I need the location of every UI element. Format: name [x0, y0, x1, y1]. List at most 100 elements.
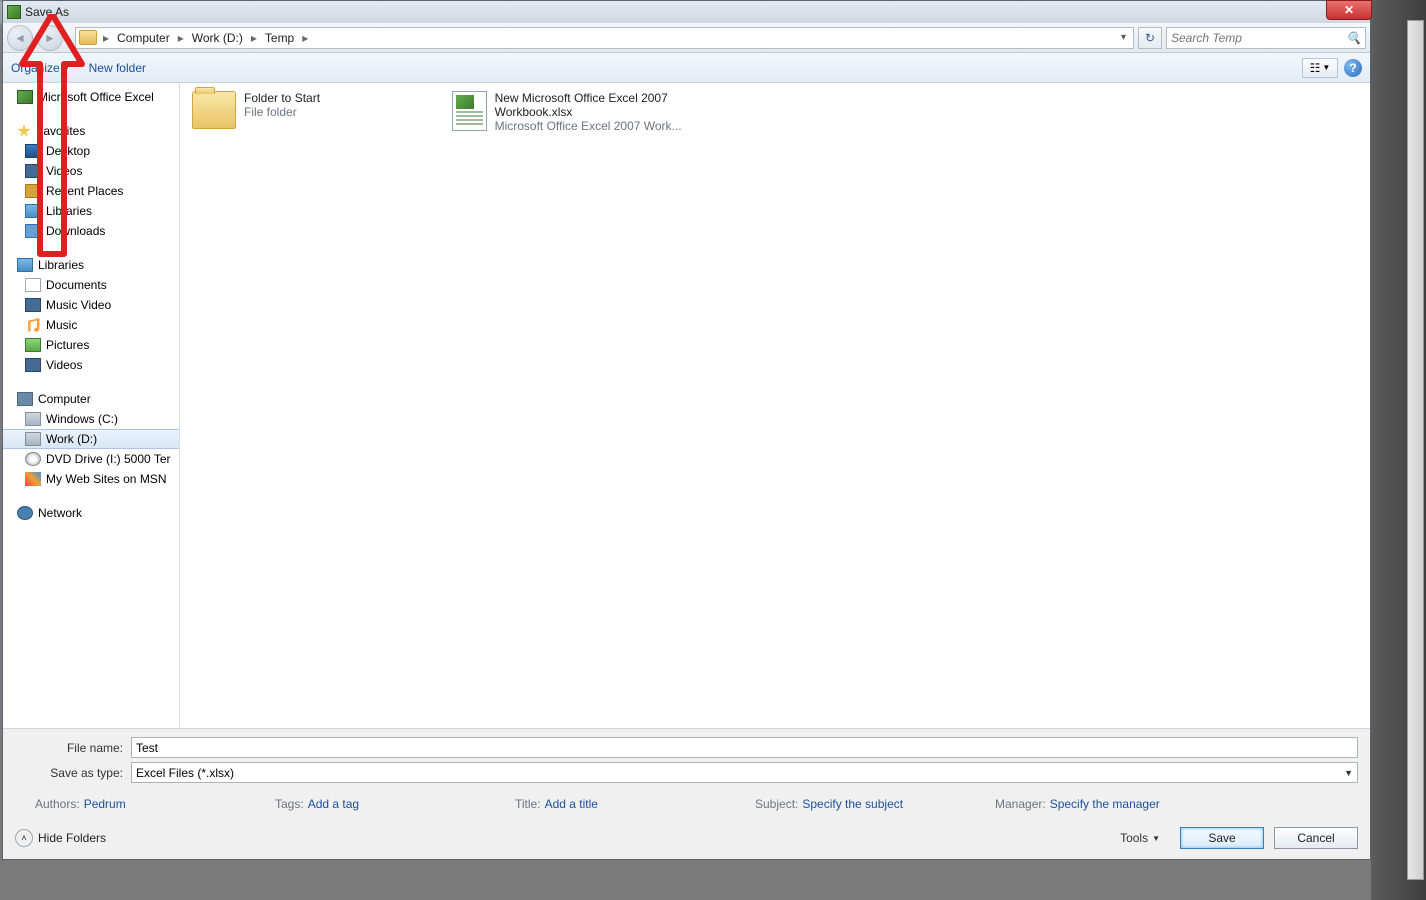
titlebar[interactable]: Save As ✕: [3, 1, 1370, 23]
folder-icon: [192, 91, 236, 129]
subject-value[interactable]: Specify the subject: [802, 797, 903, 811]
sidebar-item-documents[interactable]: Documents: [3, 275, 179, 295]
sidebar-label: Recent Places: [46, 184, 123, 198]
save-type-label: Save as type:: [15, 766, 123, 780]
music-icon: [25, 318, 41, 332]
breadcrumb[interactable]: ▸ Computer ▸ Work (D:) ▸ Temp ▸ ▾: [75, 27, 1134, 49]
file-item-folder[interactable]: Folder to Start File folder: [192, 91, 432, 129]
sidebar-item-music[interactable]: Music: [3, 315, 179, 335]
help-button[interactable]: ?: [1344, 59, 1362, 77]
sidebar-label: Libraries: [46, 204, 92, 218]
sidebar-label: DVD Drive (I:) 5000 Ter: [46, 452, 170, 466]
item-name: Folder to Start: [244, 91, 320, 105]
drive-icon: [25, 432, 41, 446]
dvd-icon: [25, 452, 41, 466]
save-type-value: Excel Files (*.xlsx): [136, 766, 234, 780]
recent-icon: [25, 184, 41, 198]
sidebar-label: Music Video: [46, 298, 111, 312]
navigation-bar: ◄ ► ▸ Computer ▸ Work (D:) ▸ Temp ▸ ▾ ↻ …: [3, 23, 1370, 53]
subject-label: Subject:: [755, 797, 798, 811]
tools-menu[interactable]: Tools ▼: [1120, 831, 1160, 845]
file-list-pane[interactable]: Folder to Start File folder New Microsof…: [180, 83, 1370, 728]
sidebar-item-network[interactable]: Network: [3, 503, 179, 523]
document-icon: [25, 278, 41, 292]
save-type-combo[interactable]: Excel Files (*.xlsx) ▼: [131, 762, 1358, 783]
new-folder-button[interactable]: New folder: [89, 61, 146, 75]
background-window-edge: [1371, 0, 1426, 900]
cancel-button[interactable]: Cancel: [1274, 827, 1358, 849]
sidebar-item-desktop[interactable]: Desktop: [3, 141, 179, 161]
sidebar-item-work-d[interactable]: Work (D:): [3, 429, 179, 449]
chevron-right-icon[interactable]: ▸: [101, 31, 111, 45]
organize-label: Organize: [11, 61, 60, 75]
back-button[interactable]: ◄: [7, 25, 33, 51]
search-input[interactable]: [1171, 31, 1346, 45]
drive-icon: [25, 412, 41, 426]
sidebar-item-dvd[interactable]: DVD Drive (I:) 5000 Ter: [3, 449, 179, 469]
downloads-icon: [25, 224, 41, 238]
title-value[interactable]: Add a title: [545, 797, 598, 811]
sidebar-label: Network: [38, 506, 82, 520]
file-item-xlsx[interactable]: New Microsoft Office Excel 2007 Workbook…: [452, 91, 692, 133]
organize-menu[interactable]: Organize ▼: [11, 61, 71, 75]
view-icon: ☷: [1310, 61, 1321, 75]
sidebar-item-libraries-fav[interactable]: Libraries: [3, 201, 179, 221]
sidebar-item-downloads[interactable]: Downloads: [3, 221, 179, 241]
item-type: Microsoft Office Excel 2007 Work...: [495, 119, 692, 133]
save-button[interactable]: Save: [1180, 827, 1264, 849]
tools-label: Tools: [1120, 831, 1148, 845]
sidebar-item-windows-c[interactable]: Windows (C:): [3, 409, 179, 429]
breadcrumb-item-computer[interactable]: Computer: [111, 28, 176, 48]
excel-icon: [7, 5, 21, 19]
navigation-sidebar: Microsoft Office Excel Favorites Desktop…: [3, 83, 180, 728]
search-box[interactable]: 🔍: [1166, 27, 1366, 49]
chevron-down-icon: ▼: [63, 63, 71, 72]
tags-value[interactable]: Add a tag: [308, 797, 359, 811]
sidebar-item-recent[interactable]: Recent Places: [3, 181, 179, 201]
chevron-right-icon[interactable]: ▸: [176, 31, 186, 45]
view-options-button[interactable]: ☷ ▼: [1302, 58, 1338, 78]
filename-input[interactable]: [131, 737, 1358, 758]
sidebar-item-excel[interactable]: Microsoft Office Excel: [3, 87, 179, 107]
forward-button[interactable]: ►: [37, 25, 63, 51]
sidebar-label: Downloads: [46, 224, 105, 238]
sidebar-label: Computer: [38, 392, 91, 406]
sidebar-label: Work (D:): [46, 432, 97, 446]
sidebar-item-videos[interactable]: Videos: [3, 161, 179, 181]
window-title: Save As: [25, 5, 69, 19]
item-name: New Microsoft Office Excel 2007 Workbook…: [495, 91, 692, 119]
sidebar-label: Documents: [46, 278, 107, 292]
sidebar-item-videos-lib[interactable]: Videos: [3, 355, 179, 375]
save-as-dialog: Save As ✕ ◄ ► ▸ Computer ▸ Work (D:) ▸ T…: [2, 0, 1371, 860]
filename-label: File name:: [15, 741, 123, 755]
chevron-right-icon[interactable]: ▸: [249, 31, 259, 45]
sidebar-label: Favorites: [36, 124, 85, 138]
authors-value[interactable]: Pedrum: [84, 797, 126, 811]
sidebar-header-favorites[interactable]: Favorites: [3, 121, 179, 141]
authors-label: Authors:: [35, 797, 80, 811]
sidebar-label: Pictures: [46, 338, 89, 352]
close-button[interactable]: ✕: [1326, 0, 1372, 20]
toolbar: Organize ▼ New folder ☷ ▼ ?: [3, 53, 1370, 83]
hide-folders-button[interactable]: ˄ Hide Folders: [15, 829, 106, 847]
sidebar-header-libraries[interactable]: Libraries: [3, 255, 179, 275]
title-label: Title:: [515, 797, 541, 811]
sidebar-item-music-video[interactable]: Music Video: [3, 295, 179, 315]
chevron-down-icon: ▼: [1152, 834, 1160, 843]
sidebar-label: Microsoft Office Excel: [38, 90, 154, 104]
chevron-down-icon[interactable]: ▾: [1121, 32, 1126, 43]
desktop-icon: [25, 144, 41, 158]
search-icon[interactable]: 🔍: [1346, 31, 1361, 45]
sidebar-item-msn[interactable]: My Web Sites on MSN: [3, 469, 179, 489]
sidebar-label: My Web Sites on MSN: [46, 472, 166, 486]
video-icon: [25, 358, 41, 372]
sidebar-item-pictures[interactable]: Pictures: [3, 335, 179, 355]
breadcrumb-item-work-d[interactable]: Work (D:): [186, 28, 249, 48]
manager-label: Manager:: [995, 797, 1046, 811]
sidebar-header-computer[interactable]: Computer: [3, 389, 179, 409]
breadcrumb-item-temp[interactable]: Temp: [259, 28, 300, 48]
manager-value[interactable]: Specify the manager: [1050, 797, 1160, 811]
background-scrollbar: [1407, 20, 1424, 880]
chevron-right-icon[interactable]: ▸: [300, 31, 310, 45]
refresh-button[interactable]: ↻: [1138, 27, 1162, 49]
